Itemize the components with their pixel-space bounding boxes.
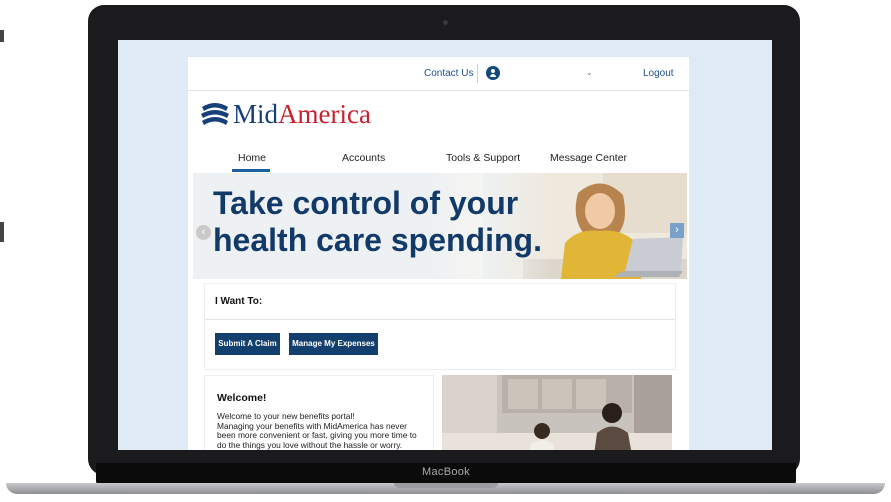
tab-message-center[interactable]: Message Center	[550, 152, 627, 164]
brand-label: MacBook	[422, 466, 470, 478]
submit-claim-button[interactable]: Submit A Claim	[215, 333, 280, 355]
camera-icon	[443, 20, 448, 25]
contact-us-link[interactable]: Contact Us	[424, 68, 473, 79]
utility-bar: Contact Us ⌄ Logout	[188, 57, 689, 91]
tab-home[interactable]: Home	[238, 152, 266, 164]
laptop-chin: MacBook	[96, 463, 796, 485]
logo-text-mid: Mid	[233, 99, 279, 129]
panel-divider	[205, 319, 675, 320]
welcome-line-4: do the things you love without the hassl…	[217, 439, 403, 450]
page-edge-fragment-bottom	[0, 222, 4, 242]
welcome-title: Welcome!	[217, 392, 267, 404]
logout-link[interactable]: Logout	[643, 68, 674, 79]
laptop-opening-notch	[394, 483, 498, 488]
tab-tools-support[interactable]: Tools & Support	[446, 152, 520, 164]
benefits-portal: Contact Us ⌄ Logout MidAmerica Home Acco…	[188, 57, 689, 450]
i-want-to-panel: I Want To: Submit A Claim Manage My Expe…	[204, 283, 676, 370]
tab-accounts[interactable]: Accounts	[342, 152, 385, 164]
hero-line-1: Take control of your	[213, 185, 519, 221]
user-icon[interactable]	[486, 66, 500, 80]
chevron-right-icon[interactable]: ›	[670, 223, 684, 238]
midamerica-logo-icon	[201, 103, 229, 125]
chevron-down-icon[interactable]: ⌄	[586, 68, 593, 77]
welcome-body: Welcome to your new benefits portal! Man…	[217, 411, 427, 450]
divider	[477, 64, 478, 83]
manage-expenses-button[interactable]: Manage My Expenses	[289, 333, 378, 355]
i-want-to-title: I Want To:	[215, 296, 263, 307]
chevron-left-icon[interactable]: ‹	[196, 225, 211, 240]
kitchen-photo	[442, 375, 672, 450]
page-edge-fragment-top	[0, 30, 4, 42]
logo-wordmark[interactable]: MidAmerica	[233, 99, 371, 130]
hero-banner: Take control of your health care spendin…	[193, 173, 687, 279]
logo-text-america: America	[278, 99, 371, 129]
hero-line-2: health care spending.	[213, 222, 542, 258]
hero-headline: Take control of your health care spendin…	[213, 185, 542, 259]
welcome-card: Welcome! Welcome to your new benefits po…	[204, 375, 434, 450]
laptop-screen: Contact Us ⌄ Logout MidAmerica Home Acco…	[118, 40, 772, 450]
active-tab-indicator	[232, 169, 270, 172]
